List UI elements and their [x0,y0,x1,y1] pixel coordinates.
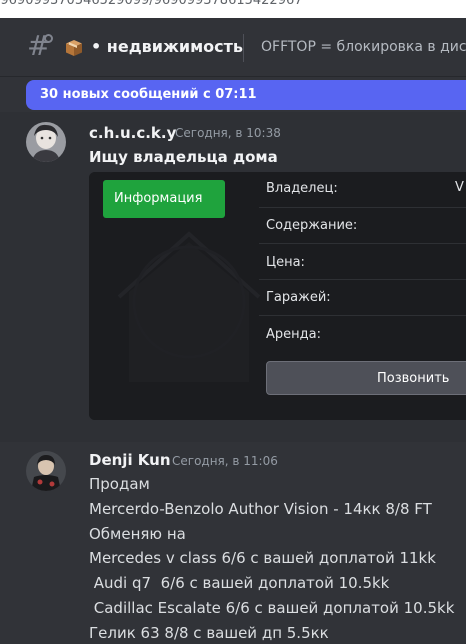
field-rent-label: Аренда: [266,327,321,342]
info-button[interactable]: Информация [103,180,225,218]
message-line: Обменяю на [89,525,186,543]
header-divider [243,34,244,62]
message-author[interactable]: c.h.u.c.k.y [89,124,176,142]
new-messages-text: 30 новых сообщений с 07:11 [40,87,257,102]
embed-card: Информация V Владелец: Содержание: Цена:… [89,172,466,420]
message-line: Продам [89,475,150,493]
field-divider [259,243,466,244]
package-emoji-icon [66,40,82,56]
message-line: Cadillac Escalate 6/6 с вашей доплатой 1… [89,599,455,617]
field-price-label: Цена: [266,255,305,270]
message-line: Audi q7 6/6 с вашей доплатой 10.5kk [89,574,390,592]
field-divider [259,315,466,316]
thread-badge-icon [44,34,53,43]
message-author[interactable]: Denji Kun [89,451,171,469]
field-owner-label: Владелец: [266,181,338,196]
message-line: Mercerdo-Benzolo Author Vision - 14кк 8/… [89,500,432,518]
avatar[interactable] [26,122,66,162]
field-content-label: Содержание: [266,218,358,233]
message-title: Ищу владельца дома [89,148,278,166]
field-divider [259,279,466,280]
owner-value: V [455,180,464,195]
call-button-label: Позвонить [377,371,450,386]
avatar-image [26,451,66,491]
field-divider [259,207,466,208]
message-line: Mercedes v class 6/6 с вашей доплатой 11… [89,549,436,567]
info-button-label: Информация [114,191,203,206]
message-line: Гелик 63 8/8 с вашей дп 5.5кк [89,624,329,642]
call-button[interactable]: Позвонить [266,361,466,395]
channel-header: # • недвижимость OFFTOP = блокировка в д… [0,20,466,77]
browser-address-bar[interactable]: /969099370546529099/969099378615422967 [0,0,466,18]
avatar[interactable] [26,451,66,491]
address-text: /969099370546529099/969099378615422967 [0,0,303,8]
avatar-image [26,122,66,162]
new-messages-banner[interactable]: 30 новых сообщений с 07:11 [26,80,466,110]
channel-name: • недвижимость [91,37,244,56]
message-timestamp[interactable]: Сегодня, в 11:06 [172,454,278,468]
message-timestamp[interactable]: Сегодня, в 10:38 [175,126,281,140]
channel-topic[interactable]: OFFTOP = блокировка в диско [261,39,466,55]
field-garages-label: Гаражей: [266,290,331,305]
